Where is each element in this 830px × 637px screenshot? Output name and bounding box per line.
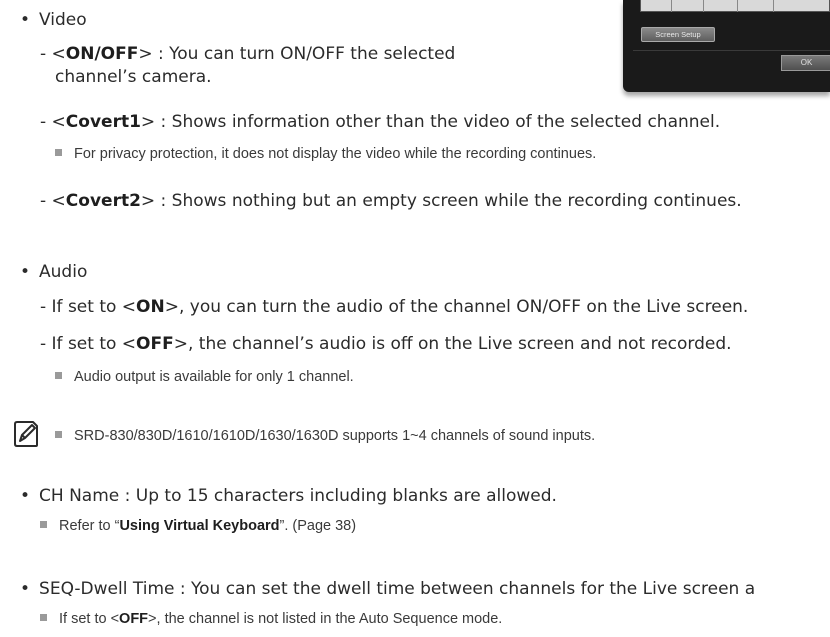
seq-dwell-item: SEQ-Dwell Time : You can set the dwell t… — [20, 579, 755, 599]
note-pencil-icon — [14, 421, 38, 447]
ok-button[interactable]: OK — [781, 55, 830, 71]
video-covert1-item: - <Covert1> : Shows information other th… — [40, 112, 721, 132]
audio-heading: Audio — [20, 262, 87, 282]
audio-off-item: - If set to <OFF>, the channel’s audio i… — [40, 334, 732, 354]
ch-name-note: Refer to “Using Virtual Keyboard”. (Page… — [40, 517, 356, 535]
audio-on-item: - If set to <ON>, you can turn the audio… — [40, 297, 749, 317]
video-heading: Video — [20, 10, 87, 30]
video-covert2-item: - <Covert2> : Shows nothing but an empty… — [40, 191, 742, 211]
screen-setup-button[interactable]: Screen Setup — [641, 27, 715, 42]
square-bullet-icon — [55, 371, 62, 379]
ch-name-item: CH Name : Up to 15 characters including … — [20, 486, 557, 506]
square-bullet-icon — [55, 430, 62, 438]
square-bullet-icon — [40, 613, 47, 621]
video-onoff-continued: channel’s camera. — [55, 67, 212, 87]
covert1-note: For privacy protection, it does not disp… — [55, 145, 596, 163]
screen-setup-screenshot: Screen Setup OK — [623, 0, 830, 92]
video-onoff-item: - <ON/OFF> : You can turn ON/OFF the sel… — [40, 44, 456, 64]
audio-off-note: Audio output is available for only 1 cha… — [55, 368, 354, 386]
square-bullet-icon — [40, 520, 47, 528]
seq-dwell-note: If set to <OFF>, the channel is not list… — [40, 610, 502, 628]
divider — [633, 50, 830, 51]
channel-table — [640, 0, 830, 12]
sound-inputs-note: SRD-830/830D/1610/1610D/1630/1630D suppo… — [55, 427, 595, 445]
square-bullet-icon — [55, 148, 62, 156]
